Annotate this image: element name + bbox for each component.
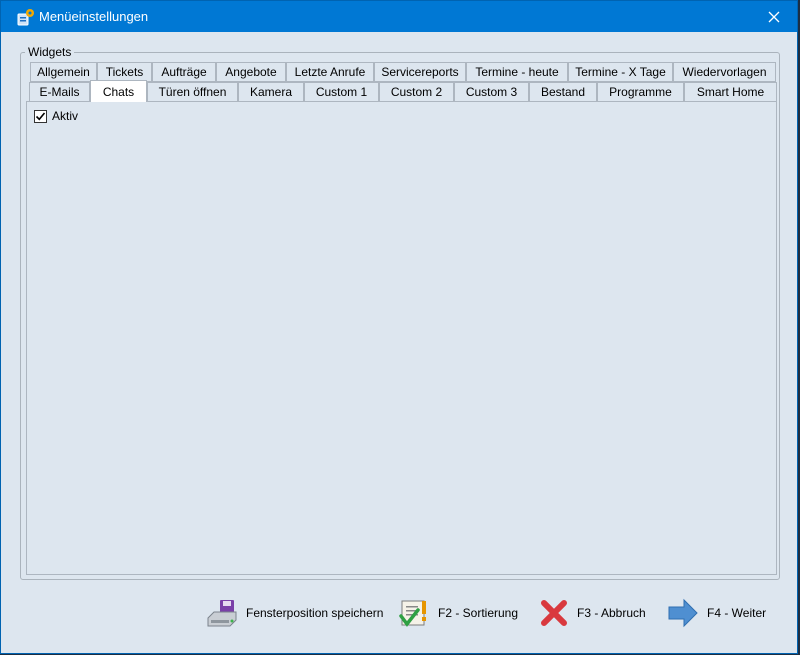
widgets-legend: Widgets (25, 45, 75, 59)
tab-label: Bestand (540, 85, 586, 99)
tab-label: Allgemein (37, 65, 90, 79)
window-title: Menüeinstellungen (39, 9, 149, 24)
tab-label: Chats (102, 84, 135, 99)
settings-window: Menüeinstellungen Widgets Allgemein Tick… (0, 0, 798, 654)
tab-label: Wiedervorlagen (682, 65, 767, 79)
close-button[interactable] (751, 1, 797, 32)
tab-e-mails[interactable]: E-Mails (29, 82, 90, 102)
tab-label: E-Mails (39, 85, 80, 99)
tab-label: Angebote (225, 65, 277, 79)
app-settings-icon (17, 9, 34, 26)
tab-label: Servicereports (381, 65, 459, 79)
tab-panel-chats (26, 101, 777, 575)
tab-label: Custom 2 (390, 85, 443, 99)
sort-button[interactable]: F2 - Sortierung (398, 596, 518, 630)
tab-servicereports[interactable]: Servicereports (374, 62, 466, 82)
tab-label: Kamera (249, 85, 293, 99)
disk-drive-icon (207, 600, 237, 627)
aktiv-checkbox[interactable]: Aktiv (34, 109, 78, 123)
tab-letzte-anrufe[interactable]: Letzte Anrufe (286, 62, 374, 82)
tab-label: Smart Home (696, 85, 765, 99)
tab-custom-2[interactable]: Custom 2 (379, 82, 454, 102)
checkmark-icon (35, 111, 46, 120)
checklist-icon (399, 600, 426, 627)
close-icon (768, 11, 780, 22)
tab-label: Programme (609, 85, 672, 99)
tab-label: Custom 1 (315, 85, 368, 99)
tab-kamera[interactable]: Kamera (238, 82, 304, 102)
save-position-button[interactable]: Fensterposition speichern (206, 596, 383, 630)
tab-label: Tickets (105, 65, 144, 79)
tab-termine-x-tage[interactable]: Termine - X Tage (568, 62, 673, 82)
tab-bestand[interactable]: Bestand (529, 82, 597, 102)
next-label: F4 - Weiter (707, 606, 767, 620)
tab-tickets[interactable]: Tickets (97, 62, 152, 82)
red-x-icon (541, 600, 567, 626)
tab-label: Türen öffnen (158, 85, 227, 99)
tab-label: Aufträge (161, 65, 207, 79)
tab-tueren-oeffnen[interactable]: Türen öffnen (147, 82, 238, 102)
save-position-label: Fensterposition speichern (246, 606, 384, 620)
next-button[interactable]: F4 - Weiter (667, 596, 766, 630)
tab-chats[interactable]: Chats (90, 80, 147, 102)
checkbox-box[interactable] (34, 109, 47, 123)
checkbox-label: Aktiv (52, 109, 79, 123)
tab-angebote[interactable]: Angebote (216, 62, 286, 82)
tab-wiedervorlagen[interactable]: Wiedervorlagen (673, 62, 776, 82)
tab-label: Custom 3 (465, 85, 518, 99)
cancel-button[interactable]: F3 - Abbruch (539, 596, 646, 630)
tab-label: Termine - heute (475, 65, 559, 79)
tab-custom-3[interactable]: Custom 3 (454, 82, 529, 102)
title-bar: Menüeinstellungen (1, 1, 797, 32)
cancel-label: F3 - Abbruch (577, 606, 646, 620)
tab-label: Letzte Anrufe (294, 65, 366, 79)
tab-auftraege[interactable]: Aufträge (152, 62, 216, 82)
tab-label: Termine - X Tage (575, 65, 666, 79)
tab-custom-1[interactable]: Custom 1 (304, 82, 379, 102)
tab-termine-heute[interactable]: Termine - heute (466, 62, 568, 82)
arrow-right-icon (668, 598, 698, 628)
tab-smart-home[interactable]: Smart Home (684, 82, 777, 102)
sort-label: F2 - Sortierung (438, 606, 519, 620)
tab-allgemein[interactable]: Allgemein (30, 62, 97, 82)
tab-programme[interactable]: Programme (597, 82, 684, 102)
